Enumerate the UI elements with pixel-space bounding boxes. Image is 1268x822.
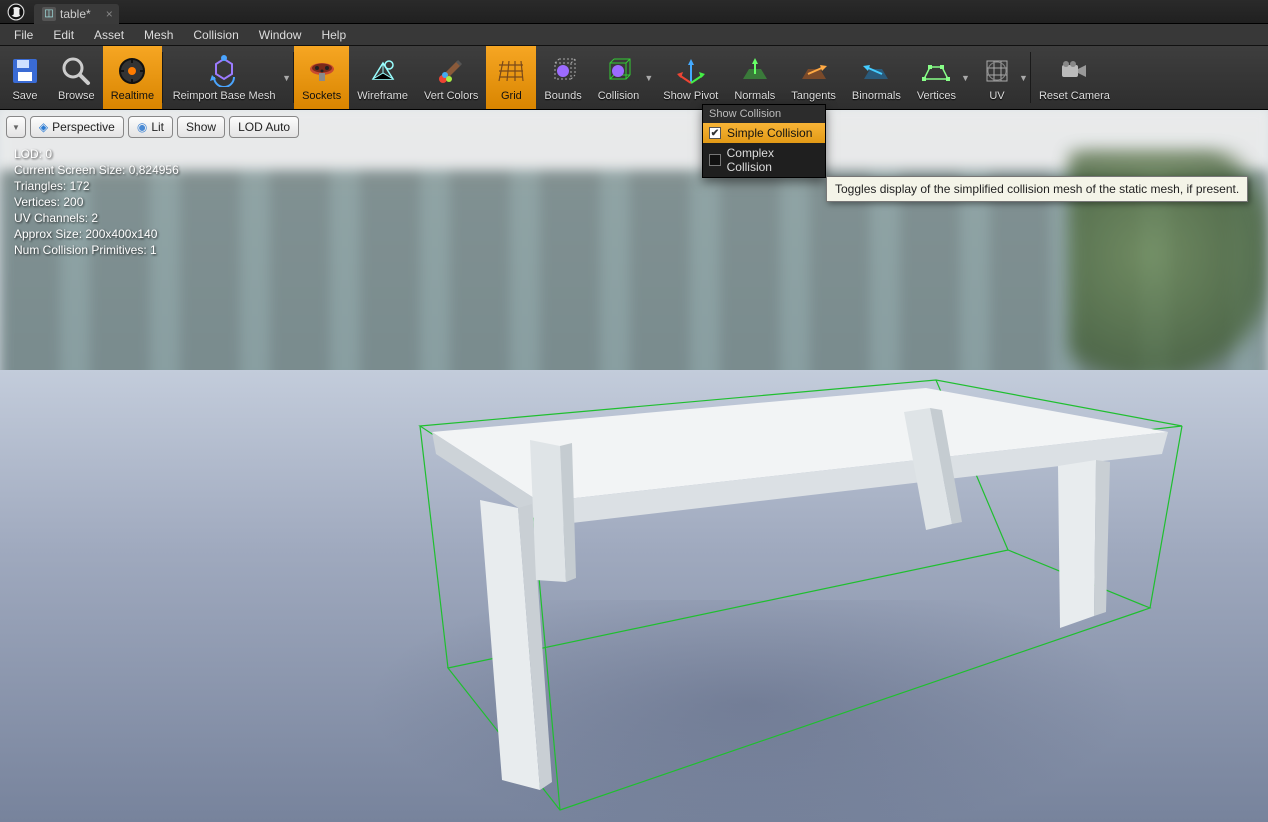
wireframe-button[interactable]: Wireframe	[349, 46, 416, 109]
stat-approxsize: Approx Size: 200x400x140	[14, 226, 179, 242]
viewport-controls: ▼ ◈Perspective ◉Lit Show LOD Auto	[6, 116, 299, 138]
bounds-icon	[546, 54, 580, 88]
show-button[interactable]: Show	[177, 116, 225, 138]
grid-button[interactable]: Grid	[486, 46, 536, 109]
unreal-logo-icon	[4, 2, 28, 22]
grid-icon	[494, 54, 528, 88]
reimport-button[interactable]: Reimport Base Mesh ▼	[163, 46, 293, 109]
binormals-button[interactable]: Binormals	[844, 46, 909, 109]
menu-mesh[interactable]: Mesh	[134, 26, 183, 44]
save-button[interactable]: Save	[0, 46, 50, 109]
collision-button[interactable]: Collision ▼	[590, 46, 656, 109]
menu-collision[interactable]: Collision	[183, 26, 248, 44]
normals-icon	[738, 54, 772, 88]
checkbox-checked-icon: ✔	[709, 127, 721, 139]
menu-help[interactable]: Help	[311, 26, 356, 44]
camera-icon	[1057, 54, 1091, 88]
titlebar: ◫ table* ×	[0, 0, 1268, 24]
vertcolors-button[interactable]: Vert Colors	[416, 46, 486, 109]
menu-edit[interactable]: Edit	[43, 26, 84, 44]
toolbar: Save Browse Realtime Reimport Base Mesh …	[0, 46, 1268, 110]
tangents-icon	[797, 54, 831, 88]
close-tab-icon[interactable]: ×	[106, 7, 113, 21]
vertices-icon	[919, 54, 953, 88]
cube-icon: ◈	[39, 120, 48, 134]
mesh-render	[0, 110, 1268, 822]
browse-button[interactable]: Browse	[50, 46, 103, 109]
chevron-down-icon[interactable]: ▼	[644, 73, 653, 83]
chevron-down-icon[interactable]: ▼	[282, 73, 291, 83]
document-tab[interactable]: ◫ table* ×	[34, 4, 119, 24]
viewport-menu-button[interactable]: ▼	[6, 116, 26, 138]
showpivot-button[interactable]: Show Pivot	[655, 46, 726, 109]
collision-icon	[601, 54, 635, 88]
table-mesh	[432, 388, 1168, 790]
tooltip: Toggles display of the simplified collis…	[826, 176, 1248, 202]
stat-collisionprim: Num Collision Primitives: 1	[14, 242, 179, 258]
chevron-down-icon[interactable]: ▼	[1019, 73, 1028, 83]
save-icon	[8, 54, 42, 88]
lit-icon: ◉	[137, 120, 147, 134]
wireframe-icon	[366, 54, 400, 88]
uv-icon	[980, 54, 1014, 88]
simple-collision-option[interactable]: ✔ Simple Collision	[703, 123, 825, 143]
lod-button[interactable]: LOD Auto	[229, 116, 299, 138]
resetcamera-button[interactable]: Reset Camera	[1031, 46, 1118, 109]
lit-button[interactable]: ◉Lit	[128, 116, 173, 138]
sockets-icon	[305, 54, 339, 88]
realtime-button[interactable]: Realtime	[103, 46, 162, 109]
normals-button[interactable]: Normals	[726, 46, 783, 109]
tab-title: table*	[60, 7, 91, 21]
collision-dropdown-header: Show Collision	[703, 105, 825, 123]
uv-button[interactable]: UV ▼	[972, 46, 1030, 109]
vertcolors-icon	[434, 54, 468, 88]
stat-lod: LOD: 0	[14, 146, 179, 162]
stat-triangles: Triangles: 172	[14, 178, 179, 194]
vertices-button[interactable]: Vertices ▼	[909, 46, 972, 109]
binormals-icon	[859, 54, 893, 88]
stat-uvchannels: UV Channels: 2	[14, 210, 179, 226]
bounds-button[interactable]: Bounds	[536, 46, 589, 109]
collision-dropdown: Show Collision ✔ Simple Collision Comple…	[702, 104, 826, 178]
chevron-down-icon[interactable]: ▼	[961, 73, 970, 83]
menu-file[interactable]: File	[4, 26, 43, 44]
checkbox-unchecked-icon	[709, 154, 721, 166]
reimport-icon	[207, 54, 241, 88]
asset-icon: ◫	[42, 7, 56, 21]
perspective-button[interactable]: ◈Perspective	[30, 116, 124, 138]
stat-vertices: Vertices: 200	[14, 194, 179, 210]
menubar: File Edit Asset Mesh Collision Window He…	[0, 24, 1268, 46]
chevron-down-icon: ▼	[12, 123, 20, 132]
pivot-icon	[674, 54, 708, 88]
tangents-button[interactable]: Tangents	[783, 46, 844, 109]
viewport-stats: LOD: 0 Current Screen Size: 0,824956 Tri…	[14, 146, 179, 258]
viewport[interactable]: ▼ ◈Perspective ◉Lit Show LOD Auto LOD: 0…	[0, 110, 1268, 822]
stat-screensize: Current Screen Size: 0,824956	[14, 162, 179, 178]
complex-collision-option[interactable]: Complex Collision	[703, 143, 825, 177]
browse-icon	[59, 54, 93, 88]
menu-asset[interactable]: Asset	[84, 26, 134, 44]
sockets-button[interactable]: Sockets	[294, 46, 349, 109]
realtime-icon	[115, 54, 149, 88]
menu-window[interactable]: Window	[249, 26, 312, 44]
